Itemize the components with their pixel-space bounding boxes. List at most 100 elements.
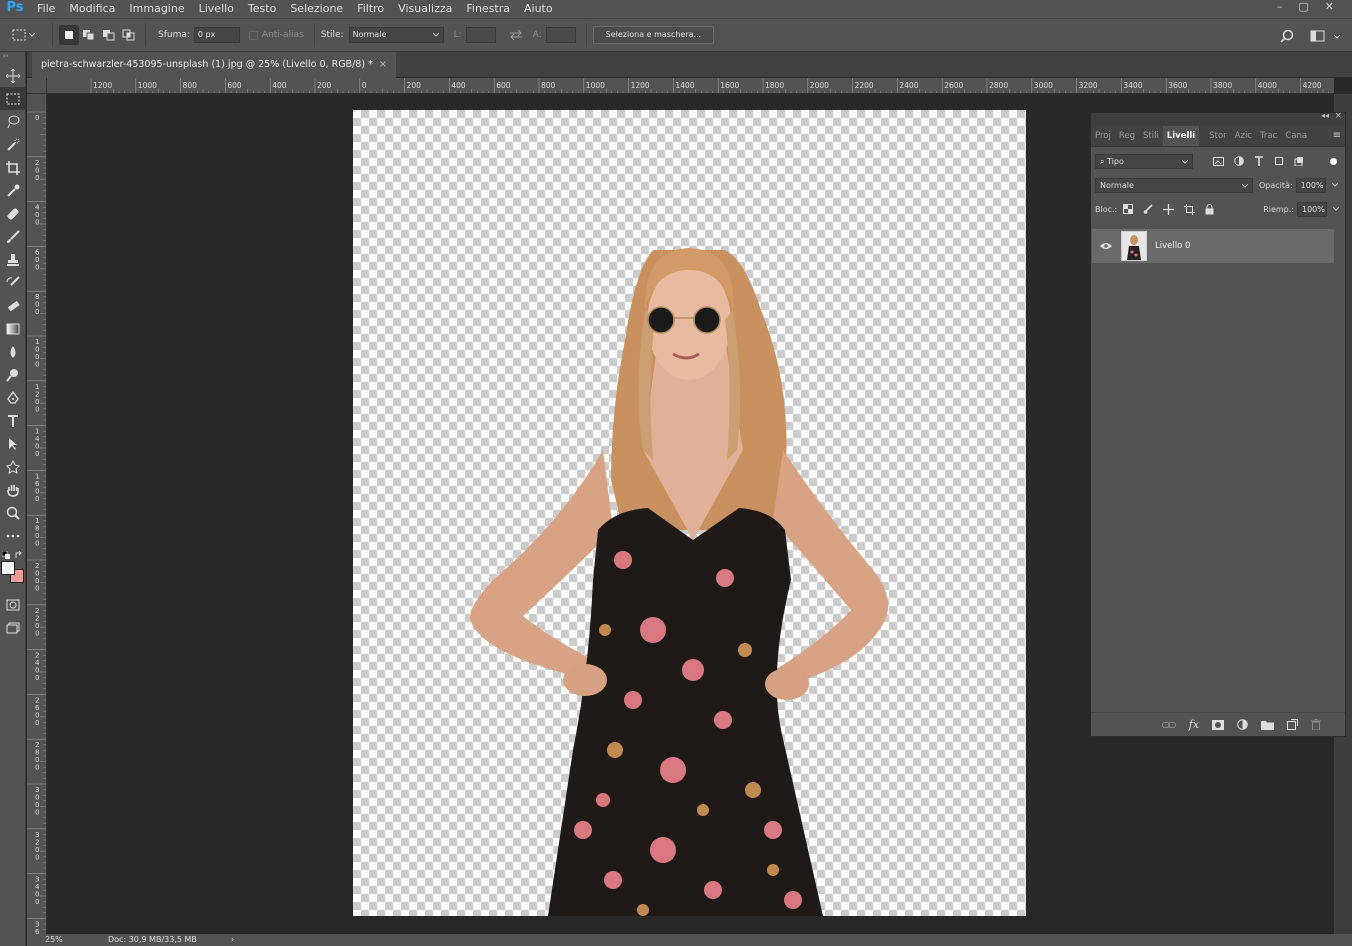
menu-selezione[interactable]: Selezione [283,0,350,18]
menu-aiuto[interactable]: Aiuto [517,0,560,18]
type-filter-icon[interactable] [1254,156,1264,166]
lock-pixels-brush-icon[interactable] [1143,204,1153,214]
blend-mode-select[interactable]: Normale [1095,177,1253,193]
more-tools[interactable] [0,524,26,547]
shape-filter-icon[interactable] [1274,156,1284,166]
tab-actions[interactable]: Azic [1231,126,1256,146]
opacity-input[interactable]: 100% [1295,177,1326,193]
link-layers-icon[interactable] [1161,721,1176,729]
lock-artboard-icon[interactable] [1184,203,1196,215]
filter-toggle[interactable] [1330,157,1337,165]
height-input[interactable] [545,27,576,43]
lock-all-icon[interactable] [1205,203,1214,215]
add-selection-button[interactable] [79,25,99,45]
document-tab[interactable]: pietra-schwarzler-453095-unsplash (1).jp… [32,52,396,78]
chevron-down-icon[interactable] [1334,35,1340,39]
select-and-mask-button[interactable]: Seleziona e maschera... [592,26,715,44]
ruler-origin[interactable] [27,78,47,94]
folder-icon[interactable] [1261,720,1274,730]
tab-properties[interactable]: Proj [1091,126,1115,146]
style-select[interactable]: Normale [348,27,444,43]
adjustment-layer-icon[interactable] [1237,719,1248,730]
rect-marquee-tool[interactable] [0,87,26,110]
foreground-color-swatch[interactable] [1,561,15,575]
menu-file[interactable]: File [30,0,62,18]
layer-row[interactable]: Livello 0 [1092,229,1334,263]
lock-position-icon[interactable] [1163,203,1175,215]
chevron-down-icon[interactable] [1331,183,1338,187]
pen-tool[interactable] [0,386,26,409]
status-menu-arrow[interactable]: › [231,934,234,946]
healing-brush-tool[interactable] [0,202,26,225]
panel-menu-icon[interactable]: ≡ [1333,126,1341,146]
antialias-checkbox[interactable] [248,30,258,40]
close-panel-icon[interactable]: × [1334,111,1342,121]
menu-filtro[interactable]: Filtro [350,0,391,18]
minimize-button[interactable]: – [1277,0,1283,13]
close-tab-icon[interactable]: × [379,59,387,70]
menu-livello[interactable]: Livello [192,0,241,18]
subtract-selection-button[interactable] [99,25,119,45]
gradient-tool[interactable] [0,317,26,340]
new-selection-button[interactable] [59,25,79,45]
tab-layers[interactable]: Livelli [1162,126,1200,146]
zoom-tool[interactable] [0,501,26,524]
layer-name[interactable]: Livello 0 [1155,241,1190,251]
lasso-tool[interactable] [0,110,26,133]
tab-channels[interactable]: Cana [1281,126,1311,146]
type-tool[interactable] [0,409,26,432]
default-colors-icon[interactable] [2,551,10,559]
brush-tool[interactable] [0,225,26,248]
swap-dimensions-icon[interactable] [509,30,523,40]
hand-tool[interactable] [0,478,26,501]
quick-mask-button[interactable] [0,593,26,616]
menu-immagine[interactable]: Immagine [122,0,191,18]
tab-styles[interactable]: Stili [1139,126,1163,146]
eyedropper-tool[interactable] [0,179,26,202]
lock-transparency-icon[interactable] [1123,204,1134,214]
adjustment-filter-icon[interactable] [1234,156,1244,166]
feather-input[interactable]: 0 px [193,27,240,43]
collapse-panel-icon[interactable]: ◂◂ [1321,111,1329,120]
eraser-tool[interactable] [0,294,26,317]
blur-tool[interactable] [0,340,26,363]
tab-adjustments[interactable]: Reg [1115,126,1139,146]
close-window-button[interactable]: ✕ [1325,0,1334,13]
zoom-level[interactable]: 25% [45,934,63,946]
quick-selection-tool[interactable] [0,133,26,156]
document-canvas[interactable] [353,110,1026,916]
tab-history[interactable]: Stor [1205,126,1230,146]
tool-preset-picker[interactable] [0,29,46,41]
chevron-down-icon[interactable] [1333,207,1339,211]
swap-colors-icon[interactable] [15,551,23,559]
fx-icon[interactable]: fx [1189,718,1199,731]
clone-stamp-tool[interactable] [0,248,26,271]
menu-testo[interactable]: Testo [241,0,283,18]
dodge-tool[interactable] [0,363,26,386]
width-input[interactable] [465,27,496,43]
smart-object-filter-icon[interactable] [1294,156,1304,166]
new-layer-icon[interactable] [1287,719,1298,730]
fill-input[interactable]: 100% [1297,201,1327,217]
screen-mode-button[interactable] [0,616,26,639]
image-filter-icon[interactable] [1213,156,1224,166]
tab-paths[interactable]: Trac [1256,126,1281,146]
custom-shape-tool[interactable] [0,455,26,478]
crop-tool[interactable] [0,156,26,179]
add-mask-icon[interactable] [1212,719,1224,730]
trash-icon[interactable] [1311,719,1321,730]
path-selection-tool[interactable] [0,432,26,455]
menu-modifica[interactable]: Modifica [62,0,122,18]
maximize-button[interactable]: ▢ [1298,0,1308,13]
search-icon[interactable] [1280,29,1294,43]
eye-visibility-icon[interactable] [1100,242,1112,250]
intersect-selection-button[interactable] [119,25,139,45]
workspace-icon[interactable] [1310,30,1326,42]
toolbox-collapse-icon[interactable]: ›› [0,52,25,64]
filter-kind-select[interactable]: ⌕ Tipo [1095,153,1193,169]
horizontal-ruler[interactable]: 1200 1000 800 600 400 200 0 200 400 600 800 1000 120… [47,78,1334,94]
history-brush-tool[interactable] [0,271,26,294]
menu-visualizza[interactable]: Visualizza [391,0,459,18]
vertical-ruler[interactable]: 0200400600800100012001400160018002000220… [27,94,47,934]
menu-finestra[interactable]: Finestra [459,0,517,18]
